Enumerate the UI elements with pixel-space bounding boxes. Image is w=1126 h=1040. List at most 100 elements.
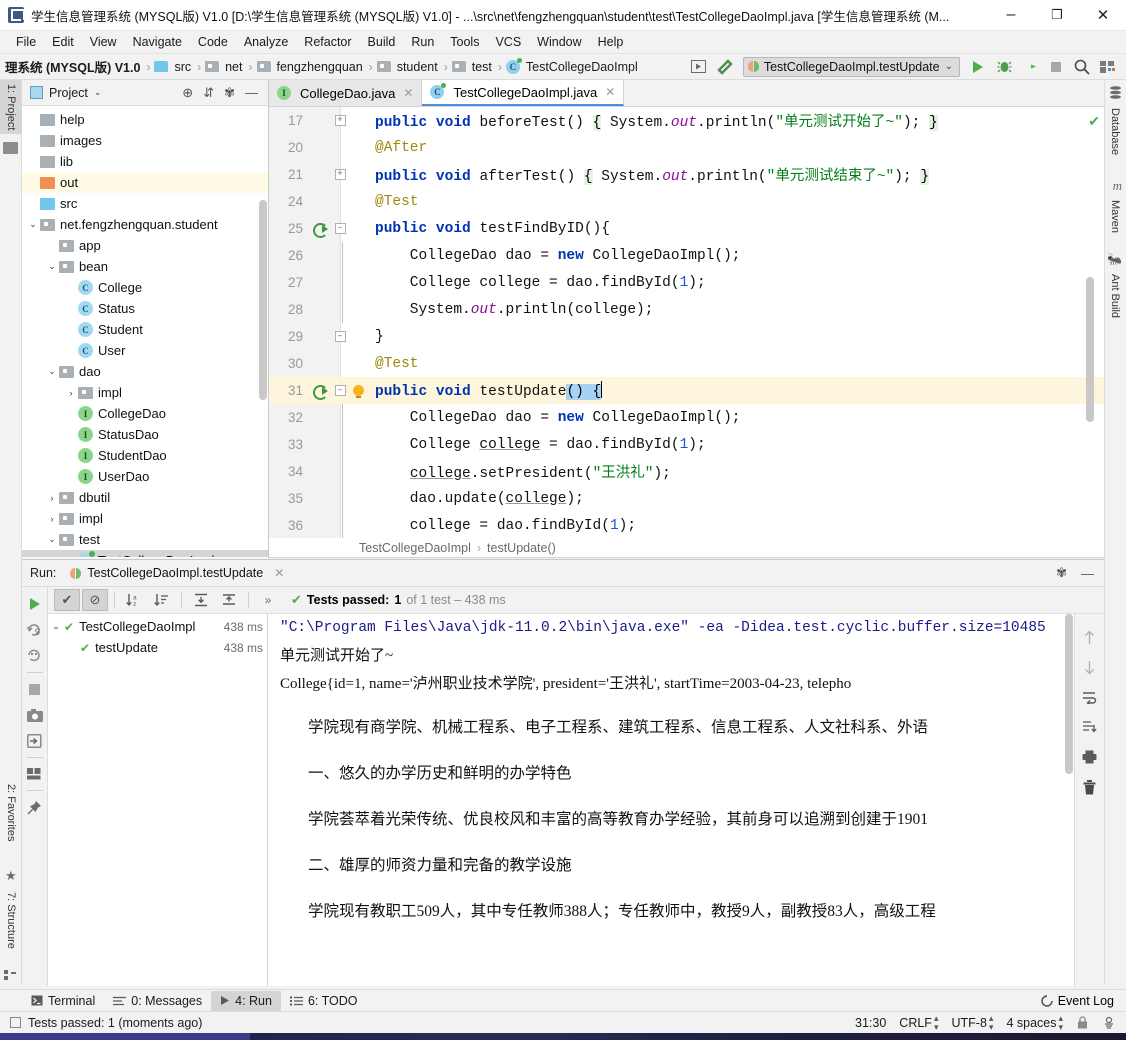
show-passed-toggle[interactable]: ✔: [54, 589, 80, 611]
test-tree-row[interactable]: ⌄ ✔ TestCollegeDaoImpl 438 ms: [48, 616, 267, 637]
select-in-editor-icon[interactable]: [687, 56, 711, 78]
chevron-down-icon[interactable]: ⌄: [945, 61, 953, 72]
tree-node[interactable]: › impl: [22, 508, 268, 529]
more-options-button[interactable]: »: [255, 589, 281, 611]
bottom-tab-run[interactable]: 4: Run: [211, 990, 281, 1011]
tree-twisty[interactable]: ⌄: [45, 366, 59, 377]
expand-all-button[interactable]: [188, 589, 214, 611]
tree-node[interactable]: ⌄ test: [22, 529, 268, 550]
tool-window-maven[interactable]: Maven: [1104, 196, 1126, 237]
line-separator-widget[interactable]: CRLF ▴ ▾: [899, 1014, 938, 1031]
tree-node[interactable]: CTestCollegeDaoImpl: [22, 550, 268, 557]
collapse-all-icon[interactable]: ⇵: [203, 85, 214, 101]
test-results-tree[interactable]: ⌄ ✔ TestCollegeDaoImpl 438 ms ✔ testUpdate 438…: [48, 614, 268, 986]
bottom-tab-terminal[interactable]: Terminal: [22, 991, 104, 1011]
project-structure-icon[interactable]: [1096, 56, 1120, 78]
menu-tools[interactable]: Tools: [442, 33, 487, 51]
tree-node[interactable]: ⌄ dao: [22, 361, 268, 382]
tree-twisty[interactable]: ›: [64, 388, 78, 398]
breadcrumb-fengzhengquan[interactable]: fengzhengquan: [256, 60, 366, 74]
run-gutter-icon[interactable]: [309, 384, 331, 400]
sidebar-item-structure[interactable]: 7: Structure: [0, 888, 22, 953]
hide-panel-icon[interactable]: —: [245, 85, 258, 100]
project-tree-scrollbar[interactable]: [259, 200, 267, 400]
import-tests-button[interactable]: [22, 728, 48, 754]
caret-position-widget[interactable]: 31:30: [855, 1016, 886, 1030]
settings-gear-icon[interactable]: ✾: [224, 85, 235, 101]
editor-scrollbar[interactable]: [1086, 277, 1094, 422]
soft-wrap-icon[interactable]: [1075, 682, 1105, 712]
close-icon[interactable]: ✕: [605, 85, 615, 99]
tab-testcollegedaoimpl-java[interactable]: C TestCollegeDaoImpl.java ✕: [422, 80, 625, 106]
scroll-to-end-icon[interactable]: [1075, 712, 1105, 742]
pin-tab-button[interactable]: [22, 794, 48, 820]
tree-node[interactable]: help: [22, 109, 268, 130]
inspection-ok-icon[interactable]: ✔: [1088, 113, 1100, 130]
lock-icon[interactable]: [1076, 1016, 1089, 1029]
tree-node[interactable]: I StatusDao: [22, 424, 268, 445]
layout-settings-button[interactable]: [22, 761, 48, 787]
breadcrumb-student[interactable]: student: [376, 60, 441, 74]
tree-node[interactable]: out: [22, 172, 268, 193]
clear-all-icon[interactable]: [1075, 772, 1105, 802]
tree-twisty[interactable]: ⌄: [26, 219, 40, 230]
code-editor[interactable]: 17 + public void beforeTest() { System.out…: [269, 107, 1104, 558]
breadcrumb-test[interactable]: test: [451, 60, 495, 74]
tree-twisty[interactable]: ›: [45, 514, 59, 524]
menu-build[interactable]: Build: [360, 33, 404, 51]
sort-by-duration-button[interactable]: [149, 589, 175, 611]
tool-window-ant-build[interactable]: Ant Build: [1104, 270, 1126, 322]
bottom-tab-messages[interactable]: 0: Messages: [104, 991, 211, 1011]
indent-widget[interactable]: 4 spaces ▴ ▾: [1006, 1014, 1063, 1031]
test-tree-row[interactable]: ✔ testUpdate 438 ms: [48, 637, 267, 658]
export-snapshot-button[interactable]: [22, 702, 48, 728]
minimize-button[interactable]: –: [988, 0, 1034, 31]
run-tab[interactable]: TestCollegeDaoImpl.testUpdate ✕: [70, 566, 284, 580]
tree-node[interactable]: › impl: [22, 382, 268, 403]
menu-run[interactable]: Run: [403, 33, 442, 51]
tree-twisty[interactable]: ›: [45, 493, 59, 503]
run-gutter-icon[interactable]: [309, 222, 331, 238]
sidebar-item-project[interactable]: 1: Project: [0, 80, 22, 135]
build-hammer-icon[interactable]: [713, 56, 737, 78]
console-scrollbar[interactable]: [1065, 614, 1073, 774]
chevron-down-icon[interactable]: ⌄: [94, 87, 102, 98]
menu-code[interactable]: Code: [190, 33, 236, 51]
menu-refactor[interactable]: Refactor: [296, 33, 359, 51]
stop-button[interactable]: [22, 676, 48, 702]
tree-node[interactable]: I UserDao: [22, 466, 268, 487]
menu-navigate[interactable]: Navigate: [125, 33, 190, 51]
inspection-icon[interactable]: [1102, 1016, 1116, 1030]
menu-edit[interactable]: Edit: [44, 33, 82, 51]
tree-twisty[interactable]: ⌄: [48, 621, 64, 632]
tree-node[interactable]: C Student: [22, 319, 268, 340]
bottom-tab-todo[interactable]: 6: TODO: [281, 991, 367, 1011]
fold-expand-icon[interactable]: +: [331, 169, 349, 180]
rerun-failed-tests-button[interactable]: 9: [22, 617, 48, 643]
close-button[interactable]: ✕: [1080, 0, 1126, 31]
tool-window-database[interactable]: Database: [1104, 104, 1126, 159]
search-everywhere-icon[interactable]: [1070, 56, 1094, 78]
breadcrumb-method-name[interactable]: testUpdate(): [487, 541, 556, 555]
hide-window-icon[interactable]: —: [1081, 566, 1094, 581]
scroll-up-icon[interactable]: [1075, 622, 1105, 652]
menu-analyze[interactable]: Analyze: [236, 33, 296, 51]
tree-node[interactable]: ⌄ net.fengzhengquan.student: [22, 214, 268, 235]
collapse-all-button[interactable]: [216, 589, 242, 611]
tree-twisty[interactable]: ⌄: [45, 261, 59, 272]
tree-node[interactable]: I StudentDao: [22, 445, 268, 466]
tree-node[interactable]: lib: [22, 151, 268, 172]
settings-gear-icon[interactable]: ✾: [1056, 565, 1067, 581]
tree-node[interactable]: C Status: [22, 298, 268, 319]
menu-vcs[interactable]: VCS: [487, 33, 529, 51]
intention-bulb-icon[interactable]: [349, 385, 367, 398]
breadcrumb-class[interactable]: C TestCollegeDaoImpl: [505, 57, 641, 74]
close-icon[interactable]: ✕: [274, 566, 284, 580]
rerun-button[interactable]: [22, 591, 48, 617]
breadcrumb-net[interactable]: net: [204, 60, 245, 74]
stop-button[interactable]: [1044, 56, 1068, 78]
print-icon[interactable]: [1075, 742, 1105, 772]
show-ignored-toggle[interactable]: ⊘: [82, 589, 108, 611]
breadcrumb-src[interactable]: src: [153, 60, 194, 74]
locate-icon[interactable]: ⊕: [182, 85, 193, 101]
